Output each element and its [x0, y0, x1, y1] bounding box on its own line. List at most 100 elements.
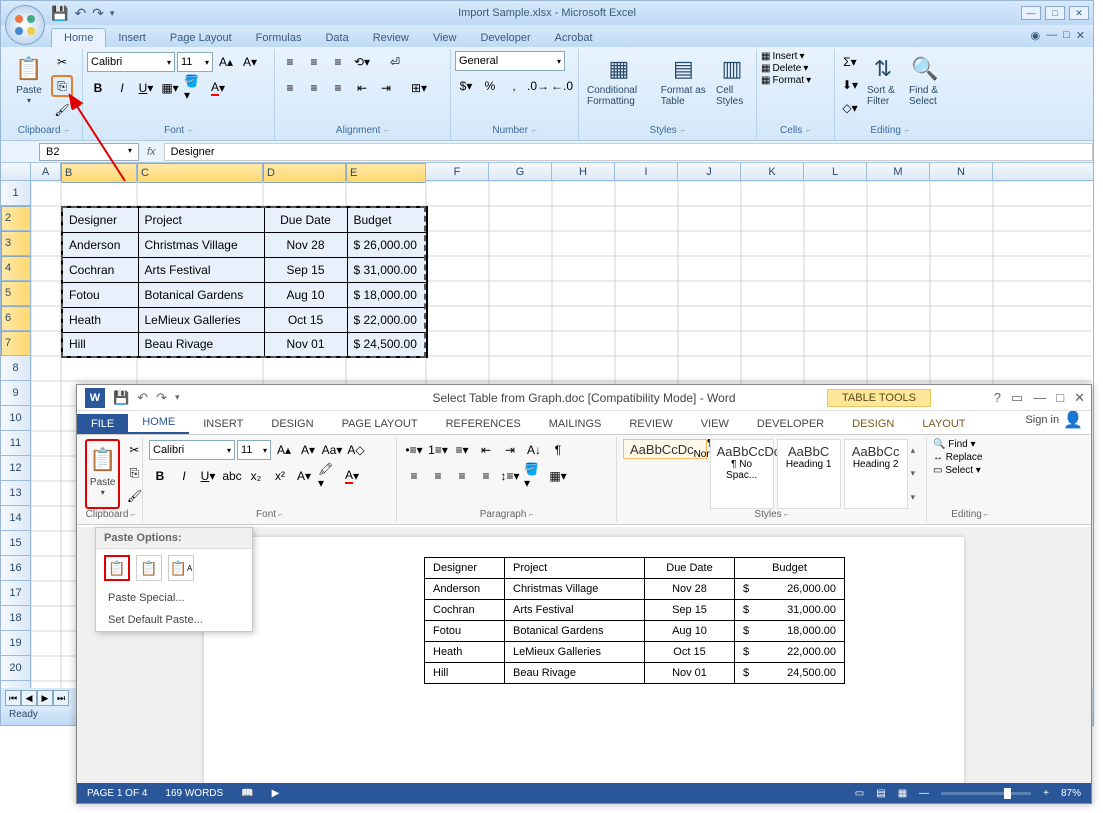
qat-more-icon[interactable]: ▾ [110, 8, 115, 19]
conditional-formatting-button[interactable]: ▦Conditional Formatting [583, 51, 655, 109]
paste-button[interactable]: 📋Paste▾ [9, 51, 49, 107]
paste-text-only-icon[interactable]: 📋A [168, 555, 194, 581]
formula-input[interactable]: Designer [164, 143, 1093, 161]
view-read-icon[interactable]: ▭ [855, 788, 864, 799]
redo-icon[interactable]: ↷ [156, 390, 167, 406]
show-marks-icon[interactable]: ¶ [547, 439, 569, 461]
indent-inc-icon[interactable]: ⇥ [375, 77, 397, 99]
paste-keep-source-icon[interactable]: 📋 [104, 555, 130, 581]
maximize-button[interactable]: □ [1056, 390, 1064, 406]
row-header-7[interactable]: 7 [1, 331, 31, 356]
row-header-3[interactable]: 3 [1, 231, 31, 256]
row-header-2[interactable]: 2 [1, 206, 31, 231]
line-spacing-icon[interactable]: ↕≡▾ [499, 465, 521, 487]
row-header-11[interactable]: 11 [1, 431, 31, 456]
word-ctx-tab-layout[interactable]: LAYOUT [908, 414, 979, 434]
justify-icon[interactable]: ≡ [475, 465, 497, 487]
find-button[interactable]: 🔍 Find ▾ [933, 439, 1007, 450]
italic-button[interactable]: I [173, 465, 195, 487]
redo-icon[interactable]: ↷ [92, 5, 104, 22]
word-pasted-table[interactable]: DesignerProjectDue DateBudgetAndersonChr… [424, 557, 845, 684]
underline-button[interactable]: U▾ [197, 465, 219, 487]
row-header-6[interactable]: 6 [1, 306, 31, 331]
indent-dec-icon[interactable]: ⇤ [475, 439, 497, 461]
word-tab-view[interactable]: VIEW [687, 414, 743, 434]
row-header-9[interactable]: 9 [1, 381, 31, 406]
autosum-icon[interactable]: Σ▾ [839, 51, 861, 73]
style---normal[interactable]: AaBbCcDc¶ Normal [623, 439, 707, 459]
font-name-select[interactable]: Calibri▾ [87, 52, 175, 72]
styles-gallery[interactable]: AaBbCcDc¶ NormalAaBbCcDc¶ No Spac...AaBb… [623, 439, 920, 509]
style---no-spac---[interactable]: AaBbCcDc¶ No Spac... [710, 439, 774, 509]
sheet-next-icon[interactable]: ▶ [37, 690, 53, 706]
text-effects-icon[interactable]: A▾ [293, 465, 315, 487]
cut-icon[interactable]: ✂ [51, 51, 73, 73]
col-header-C[interactable]: C [137, 163, 263, 183]
subscript-icon[interactable]: x₂ [245, 465, 267, 487]
border-button[interactable]: ▦▾ [159, 77, 181, 99]
row-header-14[interactable]: 14 [1, 506, 31, 531]
numbering-icon[interactable]: 1≡▾ [427, 439, 449, 461]
excel-tab-data[interactable]: Data [313, 29, 360, 47]
styles-more-button[interactable]: ▴▾▾ [911, 439, 920, 509]
inc-decimal-icon[interactable]: .0→ [527, 75, 549, 97]
col-header-A[interactable]: A [31, 163, 61, 180]
word-tab-page-layout[interactable]: PAGE LAYOUT [328, 414, 432, 434]
col-header-M[interactable]: M [867, 163, 930, 180]
excel-tab-developer[interactable]: Developer [468, 29, 542, 47]
save-icon[interactable]: 💾 [113, 390, 129, 406]
dec-decimal-icon[interactable]: ←.0 [551, 75, 573, 97]
excel-tab-home[interactable]: Home [51, 28, 106, 47]
word-tab-mailings[interactable]: MAILINGS [535, 414, 616, 434]
col-header-D[interactable]: D [263, 163, 346, 183]
indent-inc-icon[interactable]: ⇥ [499, 439, 521, 461]
delete-cells-button[interactable]: ▦ Delete ▾ [761, 63, 808, 74]
excel-tab-insert[interactable]: Insert [106, 29, 158, 47]
help-icon[interactable]: ? [994, 390, 1001, 406]
superscript-icon[interactable]: x² [269, 465, 291, 487]
excel-tab-page-layout[interactable]: Page Layout [158, 29, 244, 47]
bold-button[interactable]: B [149, 465, 171, 487]
word-tab-insert[interactable]: INSERT [189, 414, 257, 434]
paste-merge-icon[interactable]: 📋 [136, 555, 162, 581]
align-bot-icon[interactable]: ≡ [327, 51, 349, 73]
align-center-icon[interactable]: ≡ [303, 77, 325, 99]
align-right-icon[interactable]: ≡ [327, 77, 349, 99]
row-header-18[interactable]: 18 [1, 606, 31, 631]
sort-filter-button[interactable]: ⇅Sort & Filter [863, 51, 903, 109]
minimize-button[interactable]: — [1021, 6, 1041, 20]
font-size-select[interactable]: 11▾ [237, 440, 271, 460]
view-print-icon[interactable]: ▤ [876, 788, 885, 799]
sheet-prev-icon[interactable]: ◀ [21, 690, 37, 706]
fill-color-button[interactable]: 🪣▾ [183, 77, 205, 99]
close-button[interactable]: ✕ [1074, 390, 1085, 406]
word-tab-design[interactable]: DESIGN [257, 414, 327, 434]
align-right-icon[interactable]: ≡ [451, 465, 473, 487]
undo-icon[interactable]: ↶ [74, 5, 86, 22]
row-header-4[interactable]: 4 [1, 256, 31, 281]
word-tab-references[interactable]: REFERENCES [432, 414, 535, 434]
insert-cells-button[interactable]: ▦ Insert ▾ [761, 51, 805, 62]
row-header-10[interactable]: 10 [1, 406, 31, 431]
change-case-icon[interactable]: Aa▾ [321, 439, 343, 461]
align-mid-icon[interactable]: ≡ [303, 51, 325, 73]
word-tab-developer[interactable]: DEVELOPER [743, 414, 838, 434]
col-header-K[interactable]: K [741, 163, 804, 180]
row-header-17[interactable]: 17 [1, 581, 31, 606]
shrink-font-icon[interactable]: A▾ [297, 439, 319, 461]
ribbon-opts-icon[interactable]: ▭ [1011, 390, 1023, 406]
fill-icon[interactable]: ⬇▾ [839, 74, 861, 96]
clear-icon[interactable]: ◇▾ [839, 97, 861, 119]
col-header-F[interactable]: F [426, 163, 489, 180]
font-size-select[interactable]: 11▾ [177, 52, 213, 72]
font-color-icon[interactable]: A▾ [341, 465, 363, 487]
paste-special-item[interactable]: Paste Special... [96, 587, 252, 609]
merge-button[interactable]: ⊞▾ [399, 77, 439, 99]
sheet-first-icon[interactable]: ⏮ [5, 690, 21, 706]
col-header-J[interactable]: J [678, 163, 741, 180]
currency-icon[interactable]: $▾ [455, 75, 477, 97]
proofing-icon[interactable]: 📖 [241, 788, 253, 799]
sheet-last-icon[interactable]: ⏭ [53, 690, 69, 706]
set-default-paste-item[interactable]: Set Default Paste... [96, 609, 252, 631]
select-button[interactable]: ▭ Select ▾ [933, 465, 1007, 476]
